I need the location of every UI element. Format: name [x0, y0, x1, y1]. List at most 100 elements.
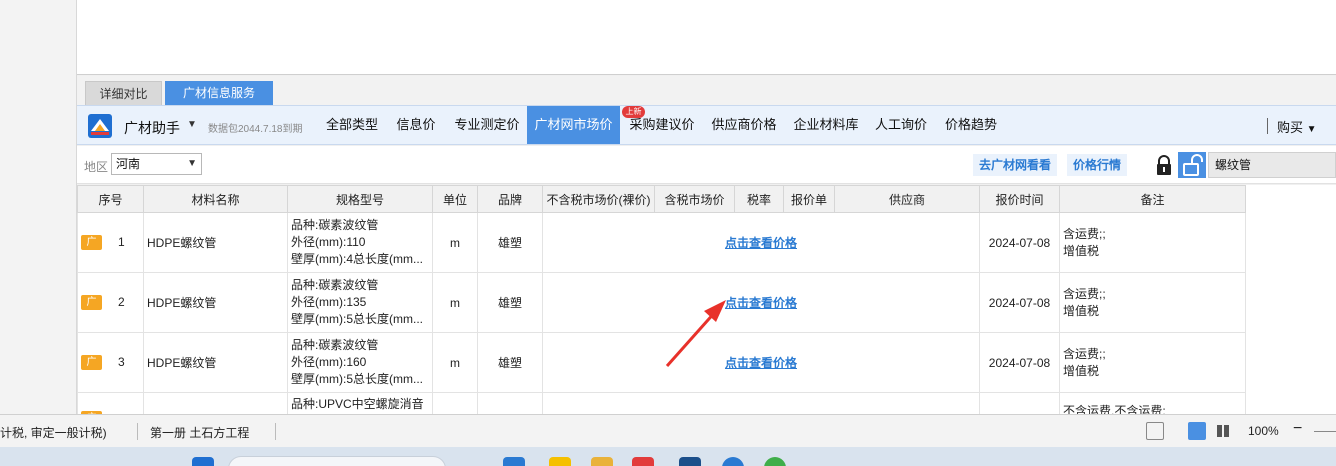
col-unit[interactable]: 单位	[432, 185, 478, 213]
row-index: 2	[118, 295, 125, 309]
brand: 雄塑	[477, 212, 543, 273]
app-icon[interactable]	[764, 457, 786, 466]
col-brand[interactable]: 品牌	[477, 185, 543, 213]
col-quote-date[interactable]: 报价时间	[979, 185, 1060, 213]
spec-cell: 品种:UPVC中空螺旋消音	[287, 392, 433, 414]
material-name	[143, 392, 288, 414]
nav-professional-price[interactable]: 专业测定价	[447, 106, 527, 144]
price-cell: 点击查看价格	[542, 272, 980, 333]
status-divider	[137, 423, 138, 440]
remark-line: 含运费;;	[1063, 286, 1106, 301]
split-view-icon[interactable]	[1214, 422, 1232, 440]
brand: 雄塑	[477, 272, 543, 333]
spec-line: 外径(mm):110	[291, 235, 366, 249]
goto-site-button[interactable]: 去广材网看看	[973, 154, 1058, 176]
nav-market-price[interactable]: 广材网市场价	[527, 106, 620, 144]
nav-supplier-price[interactable]: 供应商价格	[706, 106, 782, 144]
data-package-version: 数据包2044.7.18到期	[208, 124, 303, 135]
brand: 雄塑	[477, 332, 543, 393]
windows-start-icon[interactable]	[192, 457, 214, 466]
editor-area	[77, 0, 1336, 75]
price-market-button[interactable]: 价格行情	[1067, 154, 1128, 176]
app-icon[interactable]	[549, 457, 571, 466]
nav-manual-inquiry[interactable]: 人工询价	[870, 106, 932, 144]
nav-info-price[interactable]: 信息价	[389, 106, 443, 144]
view-price-link[interactable]: 点击查看价格	[725, 356, 797, 370]
spec-line: 壁厚(mm):5总长度(mm...	[291, 312, 423, 326]
unlock-toggle[interactable]	[1178, 152, 1206, 178]
taskbar-search-box[interactable]	[228, 456, 446, 466]
tab-detail-compare[interactable]: 详细对比	[85, 81, 162, 105]
remark-line: 增值税	[1063, 243, 1100, 258]
remark-line: 增值税	[1063, 363, 1100, 378]
app-logo-icon	[88, 114, 112, 138]
col-price-incl-tax[interactable]: 含税市场价	[654, 185, 735, 213]
col-supplier[interactable]: 供应商	[834, 185, 980, 213]
status-bar: 计税, 审定一般计税) 第一册 土石方工程 100% −	[0, 414, 1336, 447]
region-value: 河南	[116, 157, 141, 171]
table-row[interactable]: 广 3 HDPE螺纹管 品种:碳素波纹管 外径(mm):160 壁厚(mm):5总长度…	[77, 332, 1246, 393]
os-taskbar	[0, 447, 1336, 466]
price-cell: 点击查看价格	[542, 212, 980, 273]
lock-icon[interactable]	[1155, 154, 1173, 176]
app-icon[interactable]	[722, 457, 744, 466]
buy-label: 购买	[1277, 120, 1304, 135]
region-select[interactable]: 河南 ▼	[111, 153, 202, 175]
region-label: 地区	[84, 160, 109, 174]
app-name[interactable]: 广材助手	[124, 118, 180, 138]
source-tag: 广	[81, 235, 102, 250]
col-spec[interactable]: 规格型号	[287, 185, 433, 213]
nav-enterprise-library[interactable]: 企业材料库	[788, 106, 864, 144]
remark-line: 增值税	[1063, 303, 1100, 318]
price-cell: 点击查看价格	[542, 332, 980, 393]
table-row[interactable]: 广 1 HDPE螺纹管 品种:碳素波纹管 外径(mm):110 壁厚(mm):4总长度…	[77, 212, 1246, 273]
source-tag: 广	[81, 355, 102, 370]
col-material-name[interactable]: 材料名称	[143, 185, 288, 213]
zoom-out-button[interactable]: −	[1293, 420, 1302, 438]
chevron-down-icon: ▼	[187, 158, 197, 169]
navbar: 广材助手 ▼ 数据包2044.7.18到期 全部类型 信息价 专业测定价 广材网…	[77, 105, 1336, 145]
chevron-down-icon: ▼	[1306, 124, 1317, 135]
new-badge: 上新	[622, 106, 645, 118]
status-divider	[275, 423, 276, 440]
spec-cell: 品种:碳素波纹管 外径(mm):135 壁厚(mm):5总长度(mm...	[287, 272, 433, 333]
nav-price-trend[interactable]: 价格趋势	[940, 106, 1002, 144]
zoom-slider[interactable]	[1314, 431, 1336, 432]
col-price-excl-tax[interactable]: 不含税市场价(裸价)	[542, 185, 655, 213]
zoom-level: 100%	[1248, 424, 1279, 438]
quote-date: 2024-07-08	[979, 212, 1060, 273]
app-icon[interactable]	[632, 457, 654, 466]
table-row[interactable]: 广 品种:UPVC中空螺旋消音 不含运费,不含运费;	[77, 392, 1246, 414]
table-row[interactable]: 广 2 HDPE螺纹管 品种:碳素波纹管 外径(mm):135 壁厚(mm):5总长度…	[77, 272, 1246, 333]
remark-line: 含运费;;	[1063, 346, 1106, 361]
app-icon[interactable]	[679, 457, 701, 466]
spec-line: 品种:UPVC中空螺旋消音	[291, 397, 424, 411]
folder-icon[interactable]	[591, 457, 613, 466]
spec-line: 品种:碳素波纹管	[291, 278, 379, 292]
material-search-input[interactable]: 螺纹管	[1208, 152, 1336, 178]
buy-menu[interactable]: 购买 ▼	[1277, 117, 1317, 136]
view-price-link[interactable]: 点击查看价格	[725, 296, 797, 310]
spec-line: 外径(mm):160	[291, 355, 367, 369]
browser-icon[interactable]	[503, 457, 525, 466]
spec-cell: 品种:碳素波纹管 外径(mm):110 壁厚(mm):4总长度(mm...	[287, 212, 433, 273]
col-tax-rate[interactable]: 税率	[734, 185, 784, 213]
nav-divider	[1267, 118, 1268, 134]
spec-cell: 品种:碳素波纹管 外径(mm):160 壁厚(mm):5总长度(mm...	[287, 332, 433, 393]
normal-view-icon[interactable]	[1146, 422, 1164, 440]
chapter-status: 第一册 土石方工程	[150, 426, 250, 440]
chevron-down-icon[interactable]: ▼	[187, 119, 197, 130]
material-name: HDPE螺纹管	[143, 212, 288, 273]
col-quote-sheet[interactable]: 报价单	[783, 185, 835, 213]
tab-material-info-service[interactable]: 广材信息服务	[165, 81, 273, 105]
left-gutter	[0, 0, 77, 414]
page-view-icon[interactable]	[1188, 422, 1206, 440]
col-remark[interactable]: 备注	[1059, 185, 1246, 213]
nav-all-types[interactable]: 全部类型	[319, 106, 385, 144]
col-index[interactable]: 序号	[77, 185, 144, 213]
view-price-link[interactable]: 点击查看价格	[725, 236, 797, 250]
price-table: 序号 材料名称 规格型号 单位 品牌 不含税市场价(裸价) 含税市场价 税率 报…	[77, 185, 1336, 414]
unit: m	[432, 212, 478, 273]
remark-line: 不含运费,不含运费;	[1063, 404, 1166, 414]
remark-cell: 含运费;; 增值税	[1059, 212, 1246, 273]
